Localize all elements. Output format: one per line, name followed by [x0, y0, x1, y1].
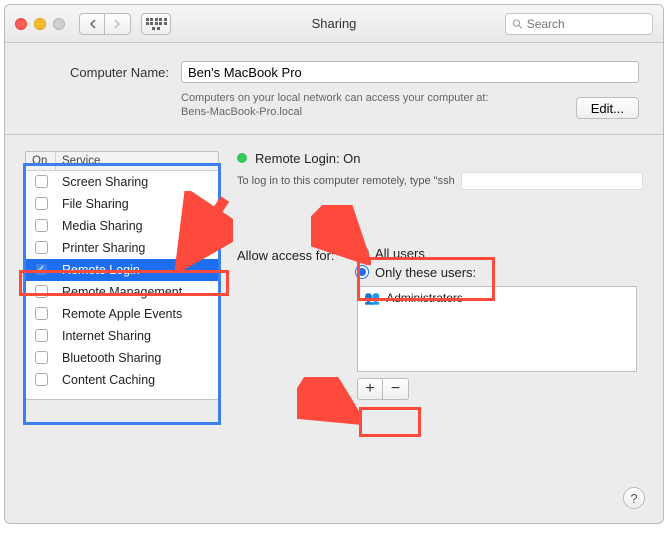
status-line: Remote Login: On — [237, 151, 643, 166]
service-checkbox[interactable]: ✓ — [35, 263, 48, 276]
back-button[interactable] — [79, 13, 105, 35]
user-list[interactable]: 👥 Administrators — [357, 286, 637, 372]
service-checkbox[interactable] — [35, 175, 48, 188]
service-name: Remote Login — [56, 263, 218, 277]
computer-name-section: Computer Name: Computers on your local n… — [5, 43, 663, 135]
show-all-button[interactable] — [141, 13, 171, 35]
service-name: Internet Sharing — [56, 329, 218, 343]
local-hostname-hint: Computers on your local network can acce… — [181, 91, 639, 120]
search-field[interactable] — [505, 13, 653, 35]
service-row[interactable]: File Sharing — [26, 193, 218, 215]
access-radio-group: All users Only these users: — [355, 246, 476, 280]
service-name: Content Caching — [56, 373, 218, 387]
service-name: Remote Apple Events — [56, 307, 218, 321]
add-user-button[interactable]: + — [357, 378, 383, 400]
prefs-window: Sharing Computer Name: Computers on your… — [4, 4, 664, 524]
service-checkbox[interactable] — [35, 285, 48, 298]
add-remove-buttons: + − — [357, 378, 643, 400]
radio-label: All users — [375, 246, 425, 261]
search-input[interactable] — [527, 17, 646, 31]
service-row[interactable]: Remote Apple Events — [26, 303, 218, 325]
edit-button[interactable]: Edit... — [576, 97, 639, 119]
main-area: On Service Screen Sharing File Sharing Med… — [5, 135, 663, 412]
remove-user-button[interactable]: − — [383, 378, 409, 400]
forward-button[interactable] — [105, 13, 131, 35]
service-name: Screen Sharing — [56, 175, 218, 189]
service-checkbox[interactable] — [35, 197, 48, 210]
status-indicator-icon — [237, 153, 247, 163]
service-row[interactable]: Bluetooth Sharing — [26, 347, 218, 369]
service-name: Bluetooth Sharing — [56, 351, 218, 365]
header-on: On — [26, 152, 56, 170]
radio-icon — [355, 265, 369, 279]
minimize-icon[interactable] — [34, 18, 46, 30]
service-checkbox[interactable] — [35, 219, 48, 232]
service-row[interactable]: Content Caching — [26, 369, 218, 391]
service-checkbox[interactable] — [35, 329, 48, 342]
service-checkbox[interactable] — [35, 373, 48, 386]
user-name: Administrators — [386, 291, 463, 305]
service-detail: Remote Login: On To log in to this compu… — [237, 151, 643, 400]
service-row[interactable]: Remote Management — [26, 281, 218, 303]
radio-label: Only these users: — [375, 265, 476, 280]
header-service: Service — [56, 152, 218, 170]
computer-name-label: Computer Name: — [29, 65, 169, 80]
login-hint: To log in to this computer remotely, typ… — [237, 172, 643, 190]
service-list-header: On Service — [26, 152, 218, 171]
group-icon: 👥 — [364, 290, 380, 306]
service-name: Remote Management — [56, 285, 218, 299]
help-button[interactable]: ? — [623, 487, 645, 509]
back-forward-group — [79, 13, 131, 35]
service-checkbox[interactable] — [35, 351, 48, 364]
service-checkbox[interactable] — [35, 241, 48, 254]
service-name: File Sharing — [56, 197, 218, 211]
service-row[interactable]: Internet Sharing — [26, 325, 218, 347]
radio-icon — [355, 246, 369, 260]
service-row[interactable]: Screen Sharing — [26, 171, 218, 193]
service-name: Media Sharing — [56, 219, 218, 233]
access-row: Allow access for: All users Only these u… — [237, 246, 643, 280]
service-list[interactable]: On Service Screen Sharing File Sharing Med… — [25, 151, 219, 400]
computer-name-input[interactable] — [181, 61, 639, 83]
service-checkbox[interactable] — [35, 307, 48, 320]
radio-only-these-users[interactable]: Only these users: — [355, 265, 476, 280]
service-row[interactable]: Media Sharing — [26, 215, 218, 237]
window-controls — [15, 18, 65, 30]
radio-all-users[interactable]: All users — [355, 246, 476, 261]
search-icon — [512, 18, 523, 30]
titlebar: Sharing — [5, 5, 663, 43]
close-icon[interactable] — [15, 18, 27, 30]
service-name: Printer Sharing — [56, 241, 218, 255]
status-label: Remote Login: On — [255, 151, 361, 166]
ssh-command-blank — [461, 172, 643, 190]
user-row[interactable]: 👥 Administrators — [358, 287, 636, 309]
service-row[interactable]: Printer Sharing — [26, 237, 218, 259]
service-row[interactable]: ✓ Remote Login — [26, 259, 218, 281]
access-label: Allow access for: — [237, 246, 347, 263]
zoom-icon — [53, 18, 65, 30]
